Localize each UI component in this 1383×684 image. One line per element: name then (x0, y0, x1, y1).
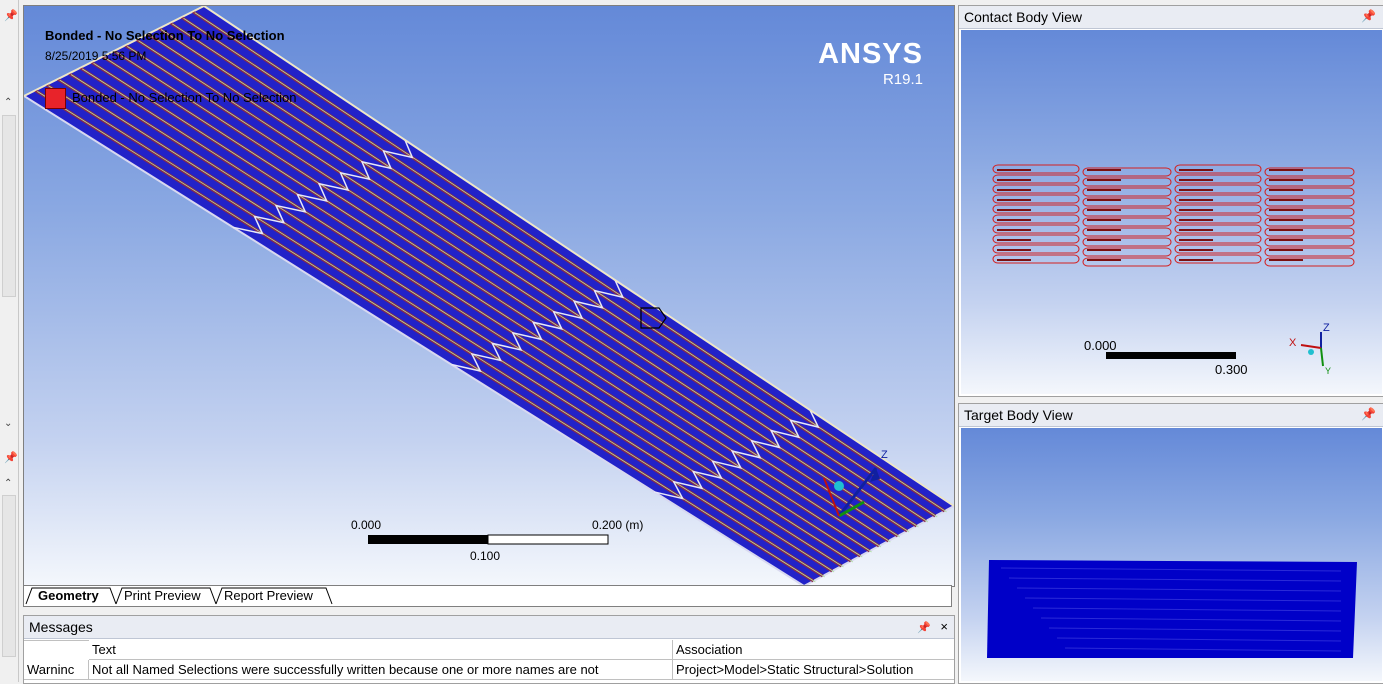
stripe-highlight (70, 74, 844, 568)
contact-axis-z: Z (1323, 322, 1330, 334)
view-tabs: Geometry Print Preview Report Preview (23, 585, 952, 607)
close-icon[interactable]: × (940, 619, 948, 634)
contact-axis-x: X (1289, 337, 1297, 349)
scale-label-right: 0.200 (m) (592, 518, 644, 532)
stripe-highlight (149, 34, 910, 533)
geometry-viewport[interactable]: Bonded - No Selection To No Selection 8/… (23, 5, 955, 587)
target-body-viewport[interactable] (961, 428, 1382, 681)
contact-scale-left: 0.000 (1084, 338, 1117, 353)
contact-axis-triad (1300, 332, 1324, 367)
message-association[interactable]: Project>Model>Static Structural>Solution (673, 660, 954, 680)
contact-axis-y: Y (1325, 366, 1332, 376)
message-type[interactable]: Warninc (24, 660, 89, 680)
stripe-highlight (93, 62, 863, 558)
scroll-up-icon[interactable]: ⌃ (4, 97, 12, 108)
target-body-render (987, 560, 1357, 658)
stripe-highlight (59, 79, 835, 573)
contact-body-viewport[interactable]: 0.000 0.300 X Z Y (961, 30, 1382, 394)
message-text[interactable]: Not all Named Selections were successful… (89, 660, 673, 680)
viewport-title: Bonded - No Selection To No Selection (45, 28, 285, 43)
target-body-panel: Target Body View 📌 (958, 403, 1383, 684)
stripe-highlight (127, 46, 891, 543)
legend-label: Bonded - No Selection To No Selection (72, 90, 297, 105)
stripe-highlight (82, 68, 854, 563)
ansys-logo: ANSYS (818, 38, 923, 70)
messages-panel: Messages 📌 × Text Association Warninc No… (23, 615, 955, 684)
stripe-highlight (138, 40, 900, 538)
target-body-header: Target Body View 📌 (959, 404, 1383, 427)
stripe-highlight (48, 85, 825, 578)
contact-mesh (992, 164, 1355, 267)
tab-geometry[interactable]: Geometry (34, 587, 103, 604)
tab-print-preview[interactable]: Print Preview (120, 587, 205, 604)
viewport-date: 8/25/2019 5:56 PM (45, 49, 147, 63)
stripe-highlight (104, 57, 872, 553)
col-header-association[interactable]: Association (673, 640, 954, 660)
scroll-up-icon-2[interactable]: ⌃ (4, 478, 12, 489)
scrollbar-thumb[interactable] (2, 115, 16, 297)
messages-title: Messages (29, 619, 93, 635)
scale-bar-black (368, 535, 488, 544)
legend-color-swatch (45, 88, 66, 109)
scale-label-left: 0.000 (351, 518, 382, 532)
ansys-version: R19.1 (882, 71, 923, 88)
contact-scale-bar (1106, 352, 1236, 359)
contact-body-title: Contact Body View (964, 9, 1083, 25)
contact-body-panel: Contact Body View 📌 0.000 0.300 X Z Y (958, 5, 1383, 397)
contact-body-header: Contact Body View 📌 (959, 6, 1383, 29)
pin-icon[interactable]: 📌 (917, 622, 931, 634)
pin-icon[interactable]: 📌 (4, 10, 18, 22)
scrollbar-thumb-2[interactable] (2, 495, 16, 657)
messages-header: Messages 📌 × (24, 616, 954, 639)
axis-label-z: Z (881, 449, 888, 461)
pin-icon[interactable]: 📌 (1361, 9, 1376, 23)
col-header-type[interactable] (24, 640, 89, 641)
scale-bar-white (487, 534, 609, 545)
contact-scale-right: 0.300 (1215, 362, 1248, 377)
stripe-highlight (115, 51, 882, 548)
scroll-down-icon[interactable]: ⌄ (4, 418, 12, 429)
target-body-title: Target Body View (964, 407, 1073, 423)
contact-body-render (992, 164, 1355, 367)
left-dock-strip: 📌 ⌃ ⌄ 📌 ⌃ (0, 0, 19, 682)
pin-icon-2[interactable]: 📌 (4, 452, 18, 464)
tab-report-preview[interactable]: Report Preview (220, 587, 317, 604)
pin-icon[interactable]: 📌 (1361, 407, 1376, 421)
scale-label-mid: 0.100 (470, 549, 501, 563)
col-header-text[interactable]: Text (89, 640, 673, 660)
